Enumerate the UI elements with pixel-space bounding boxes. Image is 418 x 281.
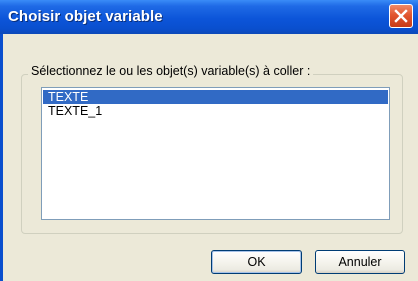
variable-objects-list[interactable]: TEXTE TEXTE_1 bbox=[41, 87, 390, 220]
list-item-texte-1[interactable]: TEXTE_1 bbox=[43, 104, 388, 118]
dialog-window: Choisir objet variable Sélectionnez le o… bbox=[0, 0, 418, 281]
title-bar[interactable]: Choisir objet variable bbox=[0, 0, 418, 34]
close-icon bbox=[394, 9, 408, 23]
close-button[interactable] bbox=[389, 4, 413, 28]
groupbox-label: Sélectionnez le ou les objet(s) variable… bbox=[28, 64, 314, 78]
window-title: Choisir objet variable bbox=[8, 8, 163, 25]
list-item-texte[interactable]: TEXTE bbox=[43, 90, 388, 104]
ok-button[interactable]: OK bbox=[211, 250, 302, 274]
cancel-button[interactable]: Annuler bbox=[315, 250, 405, 274]
